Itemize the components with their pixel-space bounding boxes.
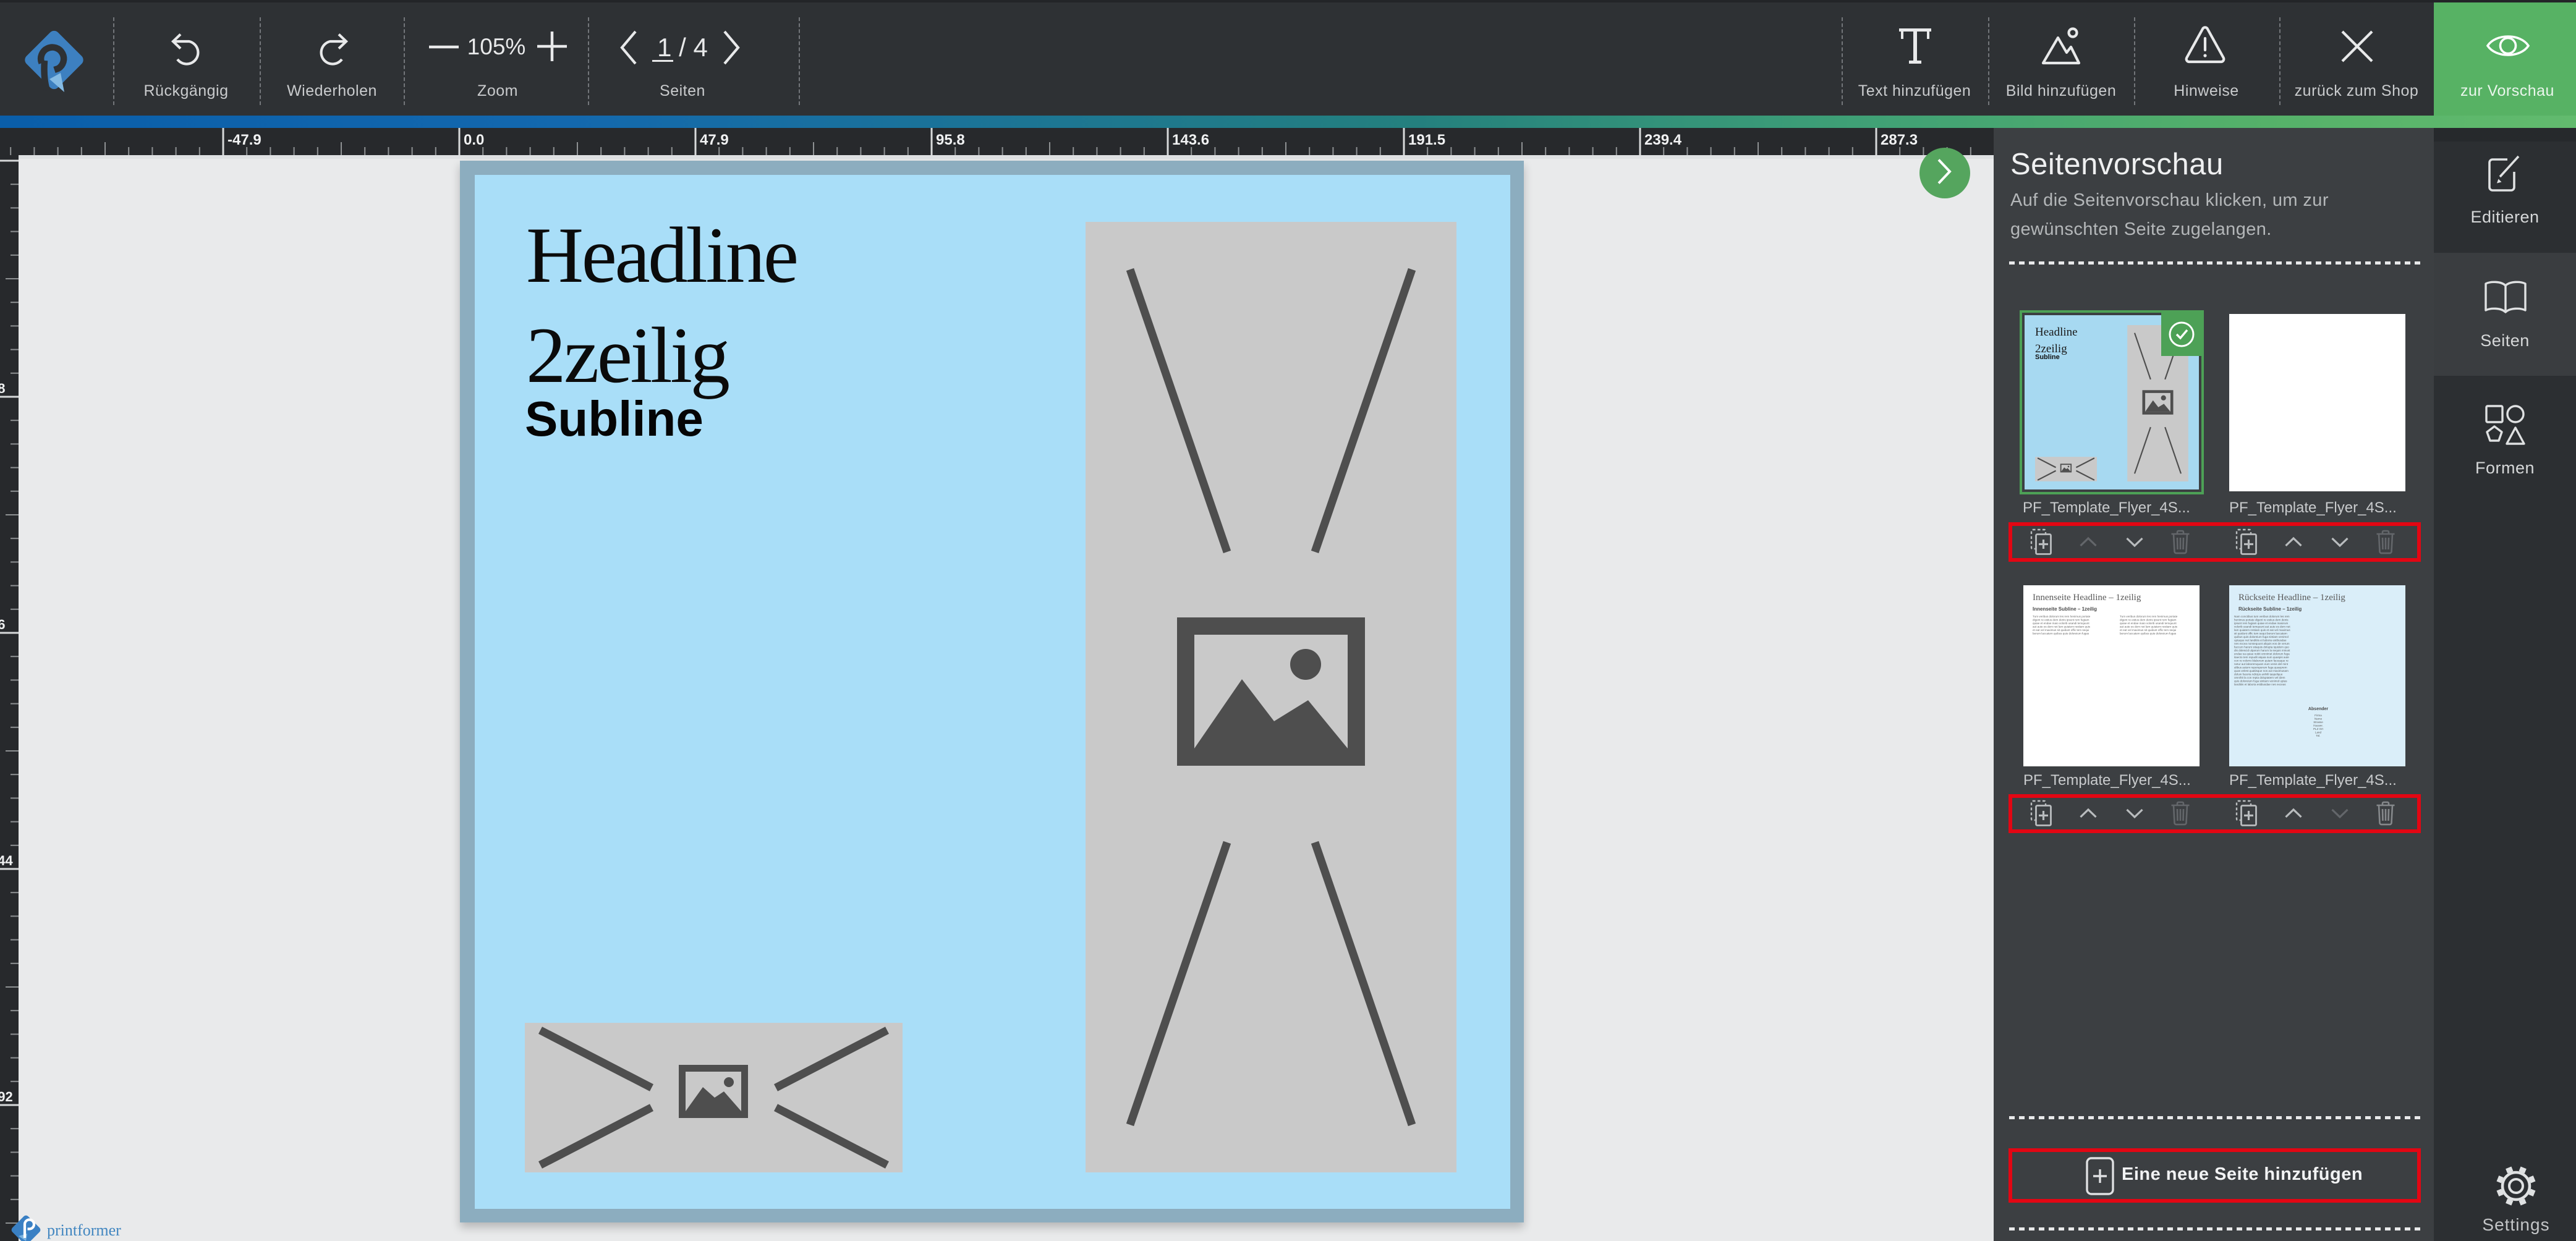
svg-text:48: 48	[0, 381, 5, 396]
svg-text:printformer: printformer	[47, 1221, 121, 1239]
svg-text:144: 144	[0, 853, 13, 868]
svg-text:191.5: 191.5	[1408, 132, 1445, 148]
svg-text:143.6: 143.6	[1172, 132, 1209, 148]
svg-text:96: 96	[0, 617, 5, 632]
svg-text:192: 192	[0, 1089, 13, 1104]
svg-text:-47.9: -47.9	[227, 132, 261, 148]
svg-text:0.0: 0.0	[464, 132, 484, 148]
svg-text:287.3: 287.3	[1881, 132, 1918, 148]
svg-text:47.9: 47.9	[700, 132, 729, 148]
svg-text:95.8: 95.8	[936, 132, 965, 148]
svg-text:239.4: 239.4	[1644, 132, 1682, 148]
